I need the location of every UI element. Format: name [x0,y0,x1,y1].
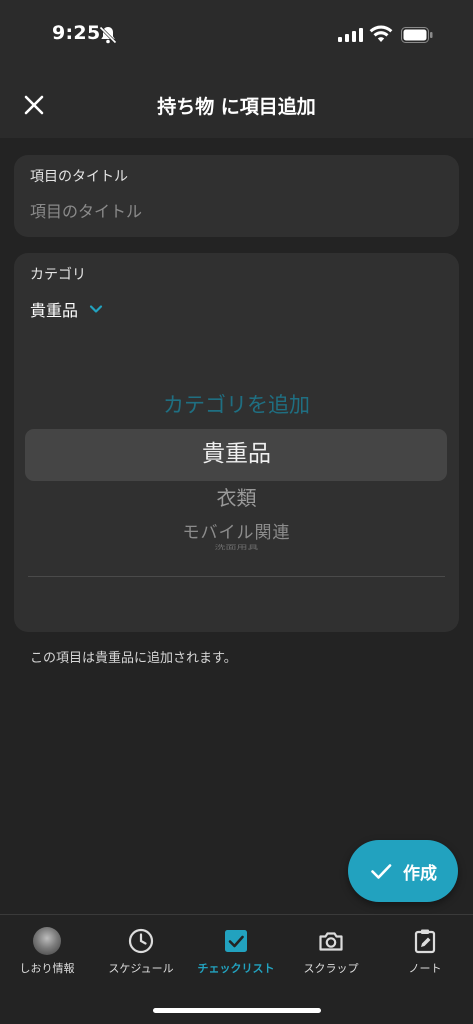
picker-item[interactable]: 衣類 [14,482,459,511]
tab-scrap[interactable]: スクラップ [284,927,378,976]
screen: 9:25 持ち物 に項目追加 項目のタイトル カテゴリ [0,0,473,1024]
title-field-label: 項目のタイトル [30,169,128,185]
title-input[interactable] [30,197,440,225]
clock-icon [128,928,154,954]
picker-item[interactable]: 洗面用具 [14,543,459,552]
category-picker[interactable]: カテゴリを追加 貴重品 衣類 モバイル関連 洗面用具 [14,253,459,632]
signal-icon [338,28,363,42]
category-card: カテゴリ 貴重品 カテゴリを追加 貴重品 衣類 モバイル関連 洗面用具 [14,253,459,632]
avatar-icon [33,927,61,955]
tab-label: しおり情報 [19,962,75,975]
create-button-label: 作成 [403,863,437,884]
status-time: 9:25 [52,22,101,44]
camera-icon [319,932,343,951]
home-indicator [153,1008,321,1013]
page-title: 持ち物 に項目追加 [157,96,316,118]
battery-icon [401,27,433,43]
checkbox-icon [225,930,247,952]
category-hint-text: この項目は貴重品に追加されます。 [30,651,237,666]
tab-label: スケジュール [108,962,174,975]
tab-label: スクラップ [303,962,359,975]
checkmark-icon [371,864,392,879]
picker-item-add-category[interactable]: カテゴリを追加 [14,389,459,419]
title-card: 項目のタイトル [14,155,459,237]
note-icon [414,929,436,954]
tab-label: ノート [408,962,442,975]
tab-schedule[interactable]: スケジュール [94,927,188,976]
wifi-icon [369,25,393,42]
top-bar: 9:25 持ち物 に項目追加 [0,0,473,138]
tab-itinerary-info[interactable]: しおり情報 [0,927,94,976]
picker-item[interactable]: モバイル関連 [14,518,459,543]
picker-item-selected[interactable]: 貴重品 [14,434,459,468]
picker-divider [28,576,445,577]
tab-checklist[interactable]: チェックリスト [189,927,283,976]
tab-note[interactable]: ノート [378,927,472,976]
bell-off-icon [99,26,117,44]
tab-label: チェックリスト [197,962,275,975]
create-button[interactable]: 作成 [348,840,458,902]
